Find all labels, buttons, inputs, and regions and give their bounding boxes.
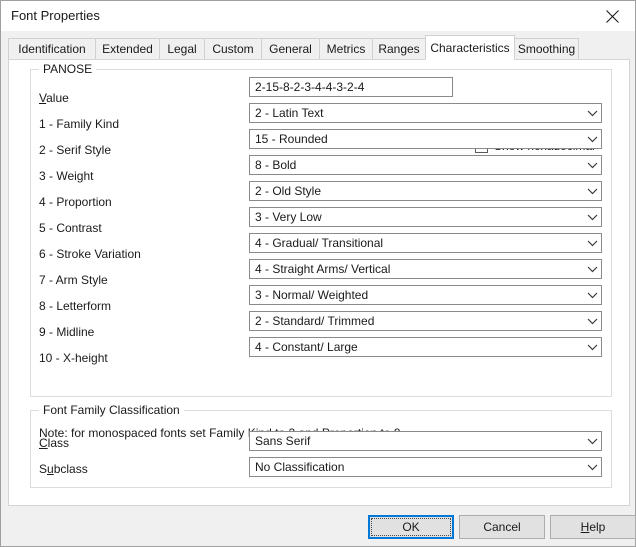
panose-row-dropdown[interactable]: 4 - Gradual/ Transitional [249, 233, 602, 253]
panose-row-value: 3 - Normal/ Weighted [255, 288, 369, 302]
chevron-down-icon [583, 162, 601, 169]
chevron-down-icon [583, 110, 601, 117]
tab-legal[interactable]: Legal [159, 38, 205, 59]
panose-row-dropdown[interactable]: 2 - Old Style [249, 181, 602, 201]
subclass-value: No Classification [255, 460, 345, 474]
chevron-down-icon [583, 438, 601, 445]
panose-row-value: 8 - Bold [255, 158, 297, 172]
subclass-label-b: bclass [53, 462, 88, 476]
panose-row-value: 4 - Straight Arms/ Vertical [255, 262, 391, 276]
panose-row-dropdown[interactable]: 4 - Constant/ Large [249, 337, 602, 357]
classification-group-title: Font Family Classification [39, 403, 184, 417]
panose-row-value: 2 - Standard/ Trimmed [255, 314, 375, 328]
ok-button-label: OK [402, 520, 420, 534]
tab-label: General [269, 42, 312, 56]
help-label-rest: elp [589, 520, 606, 534]
class-label-rest: lass [47, 436, 70, 450]
panose-row-label: 3 - Weight [39, 169, 94, 183]
chevron-down-icon [583, 188, 601, 195]
panose-value-label-rest: alue [46, 91, 69, 105]
panose-row-label: 8 - Letterform [39, 299, 112, 313]
help-button[interactable]: Help [550, 515, 636, 539]
class-label: Class [39, 436, 69, 450]
cancel-button[interactable]: Cancel [459, 515, 545, 539]
chevron-down-icon [583, 292, 601, 299]
panose-row-value: 3 - Very Low [255, 210, 322, 224]
class-label-accel: C [39, 436, 48, 450]
title-bar: Font Properties [1, 1, 635, 31]
panose-row-value: 4 - Gradual/ Transitional [255, 236, 384, 250]
font-properties-window: Font Properties Identification Extended Le… [0, 0, 636, 547]
subclass-label-a: S [39, 462, 48, 476]
tab-label: Identification [18, 42, 86, 56]
subclass-dropdown[interactable]: No Classification [249, 457, 602, 477]
chevron-down-icon [583, 136, 601, 143]
panose-row-dropdown[interactable]: 15 - Rounded [249, 129, 602, 149]
ok-button[interactable]: OK [368, 515, 454, 539]
window-title: Font Properties [11, 8, 100, 23]
panose-value-text: 2-15-8-2-3-4-4-3-2-4 [255, 80, 365, 94]
panose-row-dropdown[interactable]: 3 - Normal/ Weighted [249, 285, 602, 305]
panose-value-label: Value [39, 91, 69, 105]
chevron-down-icon [583, 464, 601, 471]
tab-label: Smoothing [517, 42, 576, 56]
tab-label: Legal [167, 42, 197, 56]
panose-value-input[interactable]: 2-15-8-2-3-4-4-3-2-4 [249, 77, 453, 97]
tab-identification[interactable]: Identification [8, 38, 96, 59]
panose-row-label: 9 - Midline [39, 325, 95, 339]
panose-row-value: 15 - Rounded [255, 132, 328, 146]
panose-row-dropdown[interactable]: 2 - Latin Text [249, 103, 602, 123]
tab-strip: Identification Extended Legal Custom General… [8, 35, 628, 60]
panose-row-dropdown[interactable]: 3 - Very Low [249, 207, 602, 227]
panose-row-label: 7 - Arm Style [39, 273, 108, 287]
tab-ranges[interactable]: Ranges [372, 38, 426, 59]
panose-group-title: PANOSE [39, 62, 97, 76]
panose-row-value: 4 - Constant/ Large [255, 340, 358, 354]
chevron-down-icon [583, 344, 601, 351]
tab-extended[interactable]: Extended [95, 38, 160, 59]
tab-smoothing[interactable]: Smoothing [514, 38, 579, 59]
chevron-down-icon [583, 318, 601, 325]
panose-row-dropdown[interactable]: 2 - Standard/ Trimmed [249, 311, 602, 331]
panose-row-label: 4 - Proportion [39, 195, 112, 209]
panose-row-label: 2 - Serif Style [39, 143, 112, 157]
tab-page-characteristics: PANOSE Value 2-15-8-2-3-4-4-3-2-4 Show h… [8, 59, 630, 506]
panose-row-label: 5 - Contrast [39, 221, 102, 235]
tab-label: Characteristics [430, 40, 510, 55]
tab-general[interactable]: General [261, 38, 320, 59]
help-button-label: Help [581, 520, 606, 534]
tab-metrics[interactable]: Metrics [319, 38, 373, 59]
tab-label: Ranges [378, 42, 420, 56]
tab-label: Metrics [326, 42, 366, 56]
chevron-down-icon [583, 214, 601, 221]
close-icon [606, 9, 619, 23]
panose-row-value: 2 - Latin Text [255, 106, 324, 120]
tab-label: Extended [102, 42, 153, 56]
panose-row-value: 2 - Old Style [255, 184, 322, 198]
class-dropdown[interactable]: Sans Serif [249, 431, 602, 451]
chevron-down-icon [583, 266, 601, 273]
close-button[interactable] [590, 1, 635, 31]
panose-row-dropdown[interactable]: 8 - Bold [249, 155, 602, 175]
cancel-button-label: Cancel [483, 520, 521, 534]
panose-row-label: 6 - Stroke Variation [39, 247, 141, 261]
subclass-label: Subclass [39, 462, 88, 476]
panose-row-label: 10 - X-height [39, 351, 108, 365]
tab-characteristics[interactable]: Characteristics [425, 35, 515, 60]
tab-label: Custom [212, 42, 254, 56]
panose-row-label: 1 - Family Kind [39, 117, 120, 131]
panose-row-dropdown[interactable]: 4 - Straight Arms/ Vertical [249, 259, 602, 279]
subclass-label-accel: u [47, 462, 54, 476]
chevron-down-icon [583, 240, 601, 247]
class-value: Sans Serif [255, 434, 311, 448]
tab-custom[interactable]: Custom [204, 38, 262, 59]
